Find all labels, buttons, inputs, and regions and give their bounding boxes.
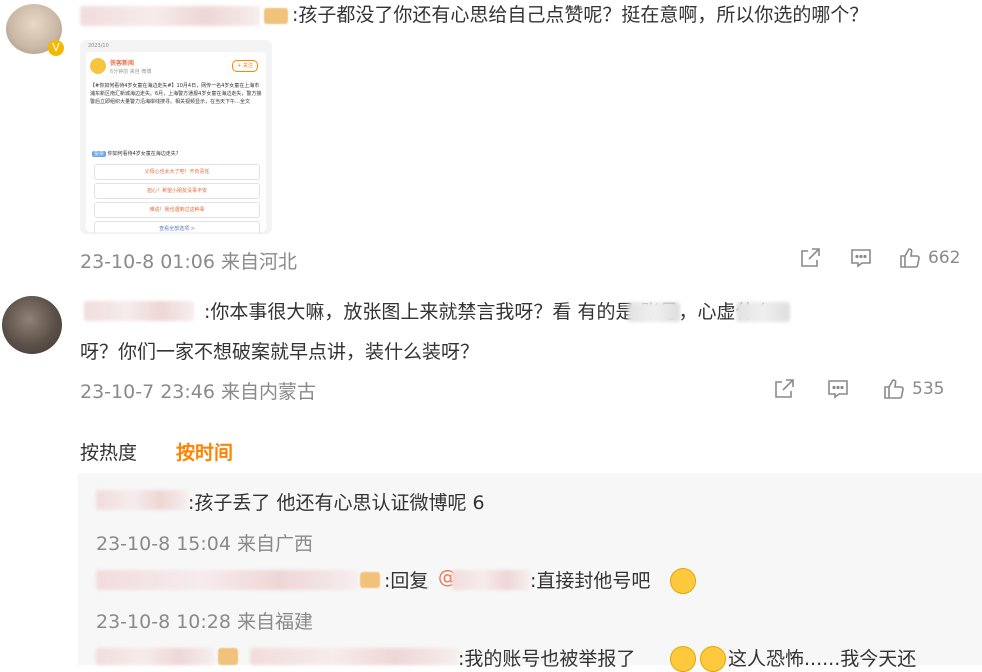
reply-meta: 23-10-8 10:28 来自福建 [96,611,313,633]
like-count: 535 [912,379,945,399]
like-count: 662 [928,248,961,268]
mention-blurred[interactable] [452,570,530,590]
reply-meta: 23-10-8 15:04 来自广西 [96,533,313,555]
emoji-icon [670,568,696,594]
emoji-icon [670,646,696,672]
user-level-icon [360,572,380,588]
username-blurred[interactable] [96,570,358,590]
reply-label: :回复 [384,570,429,592]
mention-blurred[interactable] [250,648,458,665]
comment-meta: 23-10-8 01:06 来自河北 [80,251,297,273]
user-level-icon [264,8,288,24]
thumbs-up-icon [884,379,904,399]
comment-text: :你本事很大嘛，放张图上来就禁言我呀？看 有的是 账号，心虚什么 [204,301,774,323]
comment-icon [828,380,848,399]
username-blurred[interactable] [80,6,260,26]
comment-text-line2: 呀？你们一家不想破案就早点讲，装什么装呀？ [80,341,480,363]
username-blurred[interactable] [96,648,214,665]
follow-button: + 关注 [232,60,258,72]
tab-sort-time[interactable]: 按时间 [176,438,233,465]
tab-sort-hot[interactable]: 按热度 [80,438,137,465]
avatar[interactable] [2,296,62,354]
comment-text: :孩子都没了你还有心思给自己点赞呢？挺在意啊，所以你选的哪个？ [292,4,869,26]
embedded-post-image[interactable]: 2023/10 侠客新闻 6分钟前 来自 微博 + 关注 【#你如何看待4岁女童… [80,40,272,234]
redacted-text [736,302,790,322]
redacted-text [628,302,680,322]
reply-text: 这人恐怖......我今天还 [728,648,917,670]
reply-text: :直接封他号吧 [530,570,651,592]
comment-icon [851,249,871,268]
username-blurred[interactable] [84,301,194,321]
verified-badge-icon: V [48,40,64,56]
comment-meta: 23-10-7 23:46 来自内蒙古 [80,381,316,403]
like-button[interactable]: 535 [882,377,944,401]
username-blurred[interactable] [96,490,188,510]
comment-button[interactable] [826,377,850,401]
thumbs-up-icon [900,248,920,268]
emoji-icon [700,646,726,672]
share-button[interactable] [772,377,796,401]
share-icon [775,379,794,398]
reply-text: :孩子丢了 他还有心思认证微博呢 6 [188,492,485,514]
share-icon [801,248,820,267]
reply-text: :我的账号也被举报了 [458,648,636,670]
share-button[interactable] [798,246,822,270]
like-button[interactable]: 662 [898,246,960,270]
news-logo-icon [90,58,106,74]
user-level-icon [218,648,238,665]
comment-button[interactable] [849,246,873,270]
